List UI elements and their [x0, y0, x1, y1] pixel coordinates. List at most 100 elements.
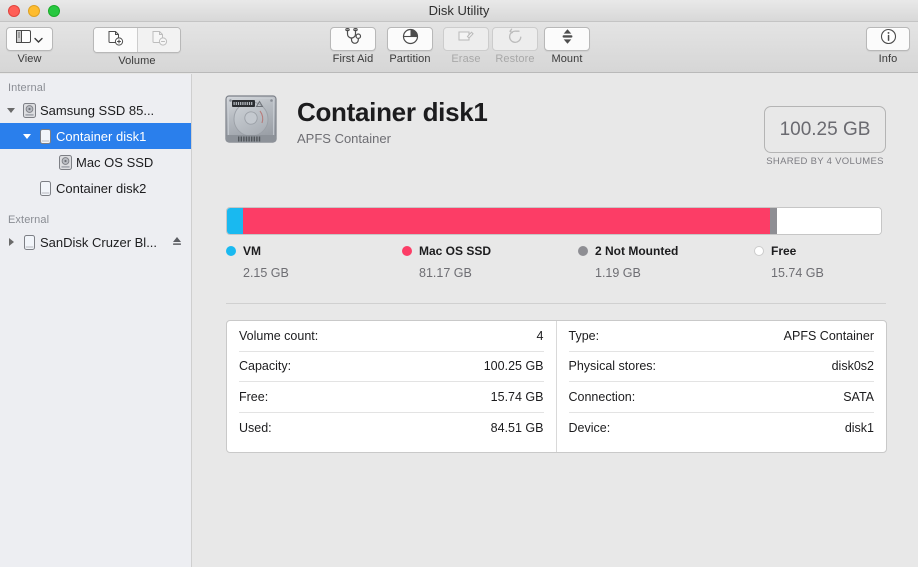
pie-chart-icon: [402, 28, 419, 50]
sidebar-item-sandisk-cruzer[interactable]: SanDisk Cruzer Bl...: [0, 229, 191, 255]
capacity-legend: VM 2.15 GB Mac OS SSD 81.17 GB 2 Not Mou…: [226, 244, 886, 280]
restore-label: Restore: [495, 53, 535, 65]
toolbar-group-info: Info: [866, 27, 910, 65]
remove-volume-icon: [151, 30, 168, 51]
capacity-segment-free: [776, 208, 881, 234]
sidebar-item-container-disk2[interactable]: Container disk2: [0, 175, 191, 201]
restore-arrow-icon: [507, 28, 524, 50]
legend-swatch-mac-os-ssd: [402, 246, 412, 256]
info-label: Capacity:: [239, 359, 292, 374]
erase-icon: [457, 29, 475, 50]
volume-icon: [34, 180, 56, 197]
table-row: Capacity: 100.25 GB: [239, 352, 544, 382]
disk-header: Container disk1 APFS Container: [222, 90, 488, 153]
main-pane: Container disk1 APFS Container 100.25 GB…: [193, 74, 918, 567]
hard-drive-large-icon: [222, 90, 280, 153]
erase-label: Erase: [451, 53, 481, 65]
volume-icon: [18, 234, 40, 251]
info-button[interactable]: [866, 27, 910, 51]
table-row: Connection: SATA: [568, 382, 874, 413]
info-value: disk1: [844, 420, 874, 435]
disclosure-triangle-right-icon[interactable]: [4, 238, 18, 246]
info-column-right: Type: APFS Container Physical stores: di…: [557, 321, 887, 452]
add-volume-icon: [107, 30, 124, 51]
sidebar-item-label: Samsung SSD 85...: [40, 102, 155, 118]
legend-size: 1.19 GB: [595, 266, 641, 280]
disk-utility-window: Disk Utility View Volume First Aid Parti…: [0, 0, 918, 567]
capacity-segment-mac-os-ssd[interactable]: [242, 208, 771, 234]
legend-swatch-not-mounted: [578, 246, 588, 256]
disclosure-triangle-down-icon[interactable]: [4, 107, 18, 113]
capacity-badge: 100.25 GB: [764, 106, 886, 153]
hard-disk-icon: [18, 102, 40, 119]
toolbar-group-volume: Volume: [93, 27, 181, 67]
table-row: Physical stores: disk0s2: [568, 352, 874, 382]
eject-icon[interactable]: [171, 235, 183, 250]
toolbar-group-partition: Partition: [387, 27, 433, 65]
legend-swatch-free: [754, 246, 764, 256]
erase-button: [443, 27, 489, 51]
window-title: Disk Utility: [428, 3, 490, 18]
capacity-bar: [226, 207, 882, 235]
toolbar: View Volume First Aid Partition Erase Re…: [0, 22, 918, 73]
volume-label: Volume: [118, 55, 156, 67]
info-value: 84.51 GB: [490, 420, 544, 435]
view-button[interactable]: [6, 27, 53, 51]
info-label: Used:: [239, 420, 272, 435]
toolbar-group-view: View: [6, 27, 53, 65]
sidebar-item-label: SanDisk Cruzer Bl...: [40, 234, 158, 250]
toolbar-group-mount: Mount: [544, 27, 590, 65]
sidebar-item-container-disk1[interactable]: Container disk1: [0, 123, 191, 149]
info-label: Device:: [568, 420, 611, 435]
info-value: APFS Container: [783, 328, 874, 343]
view-label: View: [17, 53, 42, 65]
sidebar-item-label: Container disk1: [56, 128, 147, 144]
remove-volume-button: [137, 28, 180, 52]
disclosure-triangle-down-icon[interactable]: [20, 133, 34, 139]
add-volume-button[interactable]: [94, 28, 137, 52]
info-value: 15.74 GB: [490, 389, 544, 404]
info-value: SATA: [843, 389, 874, 404]
volume-segmented-control: [93, 27, 181, 53]
table-row: Volume count: 4: [239, 321, 544, 352]
mount-label: Mount: [551, 53, 583, 65]
legend-size: 81.17 GB: [419, 266, 472, 280]
legend-item-vm: VM 2.15 GB: [226, 244, 402, 280]
sidebar: Internal Samsung SSD 85... Container dis…: [0, 74, 192, 567]
mount-button[interactable]: [544, 27, 590, 51]
info-label: Info: [878, 53, 898, 65]
mount-icon: [560, 28, 575, 50]
info-value: 100.25 GB: [483, 359, 544, 374]
legend-label: Free: [771, 244, 797, 258]
disk-name: Container disk1: [297, 97, 488, 127]
sidebar-item-mac-os-ssd[interactable]: Mac OS SSD: [0, 149, 191, 175]
table-row: Used: 84.51 GB: [239, 413, 544, 444]
info-value: 4: [536, 328, 544, 343]
legend-size: 2.15 GB: [243, 266, 289, 280]
partition-button[interactable]: [387, 27, 433, 51]
legend-label: Mac OS SSD: [419, 244, 492, 258]
first-aid-button[interactable]: [330, 27, 376, 51]
toolbar-group-erase: Erase: [443, 27, 489, 65]
volume-icon: [34, 128, 56, 145]
sidebar-section-external-header: External: [8, 214, 50, 226]
info-label: Free:: [239, 389, 269, 404]
table-row: Free: 15.74 GB: [239, 382, 544, 413]
sidebar-icon: [16, 30, 31, 48]
sidebar-item-label: Container disk2: [56, 180, 147, 196]
capacity-segment-vm[interactable]: [227, 208, 243, 234]
capacity-shared-note: SHARED BY 4 VOLUMES: [766, 156, 884, 167]
toolbar-group-restore: Restore: [492, 27, 538, 65]
sidebar-item-label: Mac OS SSD: [76, 154, 154, 170]
section-divider: [226, 303, 886, 304]
legend-label: 2 Not Mounted: [595, 244, 679, 258]
info-label: Volume count:: [239, 328, 319, 343]
legend-size: 15.74 GB: [771, 266, 824, 280]
info-label: Connection:: [568, 389, 636, 404]
sidebar-item-samsung-ssd[interactable]: Samsung SSD 85...: [0, 97, 191, 123]
disk-type: APFS Container: [297, 131, 391, 146]
title-bar: Disk Utility: [0, 0, 918, 22]
restore-button: [492, 27, 538, 51]
info-value: disk0s2: [831, 359, 874, 374]
info-label: Physical stores:: [568, 359, 657, 374]
